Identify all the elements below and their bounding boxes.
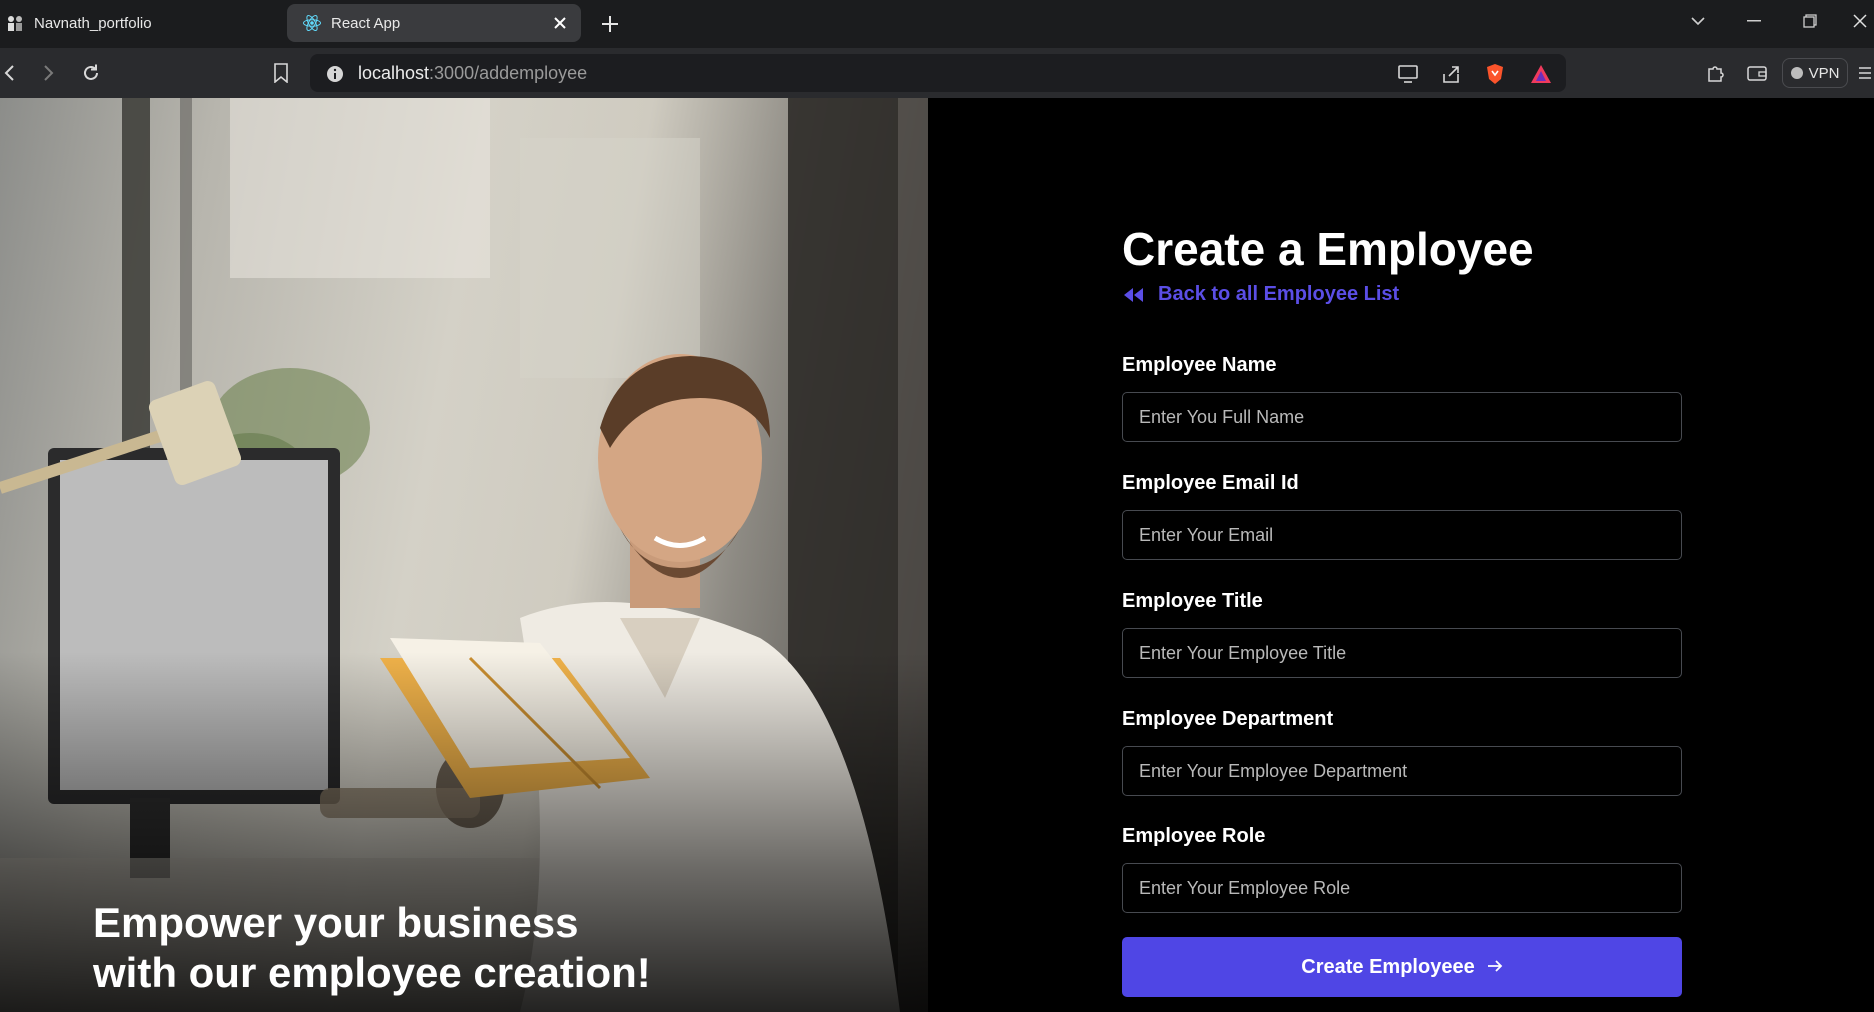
url-text[interactable]: localhost:3000/addemployee	[358, 63, 587, 84]
back-link-label: Back to all Employee List	[1158, 283, 1400, 305]
browser-tab-bar: Navnath_portfolio React App	[0, 0, 1874, 48]
tab-title: React App	[331, 14, 401, 32]
employee-name-label: Employee Name	[1122, 354, 1277, 376]
back-to-employee-list-link[interactable]: Back to all Employee List	[1122, 283, 1399, 306]
create-employee-button-label: Create Employeee	[1301, 955, 1475, 978]
browser-toolbar: localhost:3000/addemployee VPN	[0, 48, 1874, 98]
restore-window-icon[interactable]	[1792, 6, 1828, 36]
react-logo-icon	[301, 12, 323, 34]
employee-name-input[interactable]	[1122, 392, 1682, 442]
vpn-status-icon	[1790, 67, 1803, 79]
hero-image-panel: Empower your business with our employee …	[0, 98, 928, 1012]
employee-email-input[interactable]	[1122, 510, 1682, 560]
site-info-icon[interactable]	[322, 61, 348, 87]
employee-title-label: Employee Title	[1122, 590, 1263, 612]
close-tab-icon[interactable]	[549, 12, 571, 34]
portfolio-favicon-icon	[4, 12, 26, 34]
employee-email-label: Employee Email Id	[1122, 472, 1299, 494]
brave-rewards-icon[interactable]	[1528, 61, 1554, 87]
tab-react-app[interactable]: React App	[287, 4, 581, 42]
tab-title: Navnath_portfolio	[34, 14, 152, 32]
employee-role-input[interactable]	[1122, 863, 1682, 913]
double-arrow-left-icon	[1122, 285, 1146, 305]
tab-navnath-portfolio[interactable]: Navnath_portfolio	[0, 4, 280, 42]
address-bar[interactable]: localhost:3000/addemployee	[310, 54, 1566, 92]
employee-title-input[interactable]	[1122, 628, 1682, 678]
arrow-right-icon	[1487, 956, 1503, 979]
share-icon[interactable]	[1438, 61, 1464, 87]
hero-caption-line2: with our employee creation!	[93, 949, 651, 996]
hero-caption-line1: Empower your business	[93, 899, 579, 946]
minimize-icon[interactable]	[1736, 6, 1772, 36]
url-host: localhost	[358, 63, 430, 83]
extensions-puzzle-icon[interactable]	[1700, 58, 1730, 88]
forward-arrow-icon[interactable]	[34, 58, 64, 88]
brave-shields-icon[interactable]	[1482, 61, 1508, 87]
page-title: Create a Employee	[1122, 223, 1534, 275]
employee-role-label: Employee Role	[1122, 825, 1266, 847]
close-window-icon[interactable]	[1846, 6, 1874, 36]
create-employee-button[interactable]: Create Employeee	[1122, 937, 1682, 997]
back-arrow-icon[interactable]	[0, 58, 24, 88]
add-employee-page: Empower your business with our employee …	[0, 98, 1874, 1012]
cast-media-icon[interactable]	[1396, 61, 1422, 87]
employee-department-input[interactable]	[1122, 746, 1682, 796]
hero-caption: Empower your business with our employee …	[93, 898, 793, 998]
tab-list-chevron-down-icon[interactable]	[1680, 6, 1716, 36]
vpn-label: VPN	[1808, 64, 1840, 82]
new-tab-plus-icon[interactable]	[596, 10, 624, 38]
wallet-icon[interactable]	[1742, 58, 1772, 88]
employee-department-label: Employee Department	[1122, 708, 1334, 730]
vpn-button[interactable]: VPN	[1782, 58, 1848, 88]
reload-icon[interactable]	[76, 58, 106, 88]
menu-hamburger-icon[interactable]	[1854, 58, 1874, 88]
url-path: :3000/addemployee	[429, 63, 588, 83]
bookmark-icon[interactable]	[266, 58, 296, 88]
